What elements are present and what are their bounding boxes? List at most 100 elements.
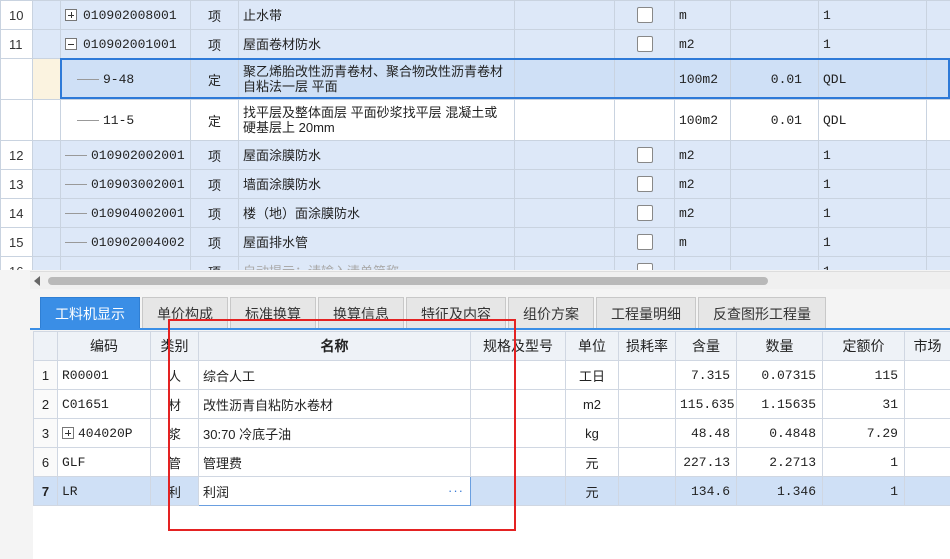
resource-row[interactable]: 7 LR 利利润 ··· 元 134.6 1.346 1 — [33, 476, 950, 506]
bill-row[interactable]: 10 010902008001 项止水带 m 1 — [0, 0, 950, 30]
checkbox-cell[interactable] — [614, 169, 675, 199]
resource-quantity[interactable]: 1.346 — [736, 476, 823, 506]
horizontal-scrollbar[interactable] — [30, 271, 950, 289]
resource-code[interactable]: LR — [57, 476, 151, 506]
resource-name[interactable]: 改性沥青自粘防水卷材 — [198, 389, 471, 419]
resource-market-price[interactable] — [904, 360, 950, 390]
resource-market-price[interactable] — [904, 447, 950, 477]
tab-6[interactable]: 工程量明细 — [596, 297, 696, 329]
resource-quantity[interactable]: 1.15635 — [736, 389, 823, 419]
bill-row[interactable]: 12 010902002001 项屋面涂膜防水 m2 1 — [0, 140, 950, 170]
resource-price[interactable]: 1 — [822, 476, 905, 506]
column-header[interactable]: 编码 — [57, 331, 151, 361]
qty-cell[interactable] — [730, 169, 819, 199]
column-header[interactable]: 名称 — [198, 331, 471, 361]
code-cell[interactable]: 9-48 — [60, 58, 191, 100]
qty-cell[interactable] — [730, 0, 819, 30]
checkbox-cell[interactable] — [614, 198, 675, 228]
resource-spec[interactable] — [470, 476, 566, 506]
qty-cell[interactable] — [730, 198, 819, 228]
checkbox-cell[interactable] — [614, 256, 675, 270]
name-cell[interactable]: 找平层及整体面层 平面砂浆找平层 混凝土或硬基层上 20mm — [238, 99, 515, 141]
column-header[interactable]: 损耗率 — [618, 331, 676, 361]
bill-row[interactable]: 14 010904002001 项楼（地）面涂膜防水 m2 1 — [0, 198, 950, 228]
resource-content[interactable]: 115.635 — [675, 389, 737, 419]
tab-3[interactable]: 换算信息 — [318, 297, 404, 329]
extra-cell[interactable] — [926, 169, 950, 199]
collapse-icon[interactable] — [65, 38, 77, 51]
qty-cell[interactable] — [730, 29, 819, 59]
column-header[interactable]: 类别 — [150, 331, 199, 361]
qty-cell[interactable]: 0.01 — [730, 58, 819, 100]
type-cell[interactable]: 项 — [190, 227, 239, 257]
resource-content[interactable]: 227.13 — [675, 447, 737, 477]
spec-cell[interactable] — [514, 0, 615, 30]
column-header[interactable]: 定额价 — [822, 331, 905, 361]
resource-category[interactable]: 管 — [150, 447, 199, 477]
extra-cell[interactable] — [926, 99, 950, 141]
resource-name[interactable]: 利润 ··· — [198, 476, 471, 506]
expr-cell[interactable]: 1 — [818, 256, 927, 270]
code-cell[interactable]: 010903002001 — [60, 169, 191, 199]
resource-price[interactable]: 7.29 — [822, 418, 905, 448]
resource-row[interactable]: 6 GLF 管管理费 元 227.13 2.2713 1 — [33, 447, 950, 477]
extra-cell[interactable] — [926, 29, 950, 59]
resource-unit[interactable]: 元 — [565, 447, 619, 477]
bill-row[interactable]: 11-5 定找平层及整体面层 平面砂浆找平层 混凝土或硬基层上 20mm 100m2… — [0, 99, 950, 141]
qty-cell[interactable]: 0.01 — [730, 99, 819, 141]
row-checkbox[interactable] — [636, 234, 653, 251]
row-checkbox[interactable] — [636, 147, 653, 164]
resource-spec[interactable] — [470, 360, 566, 390]
row-checkbox[interactable] — [636, 7, 653, 24]
checkbox-cell[interactable] — [614, 227, 675, 257]
type-cell[interactable]: 项 — [190, 29, 239, 59]
checkbox-cell[interactable] — [614, 99, 675, 141]
column-header[interactable]: 市场 — [904, 331, 950, 361]
expr-cell[interactable]: 1 — [818, 227, 927, 257]
column-header[interactable]: 数量 — [736, 331, 823, 361]
type-cell[interactable]: 定 — [190, 99, 239, 141]
name-cell[interactable]: 楼（地）面涂膜防水 — [238, 198, 515, 228]
unit-cell[interactable]: m — [674, 0, 731, 30]
code-cell[interactable]: 11-5 — [60, 99, 191, 141]
resource-row[interactable]: 3 404020P 浆 30:70 冷底子油 kg 48.48 0.4848 7.29 — [33, 418, 950, 448]
resource-loss-rate[interactable] — [618, 360, 676, 390]
spec-cell[interactable] — [514, 29, 615, 59]
resource-code[interactable]: 404020P — [57, 418, 151, 448]
qty-cell[interactable] — [730, 140, 819, 170]
extra-cell[interactable] — [926, 227, 950, 257]
name-cell[interactable]: 聚乙烯胎改性沥青卷材、聚合物改性沥青卷材 自粘法一层 平面 — [238, 58, 515, 100]
bill-row[interactable]: 16 项自动提示：请输入清单简称 1 — [0, 256, 950, 270]
spec-cell[interactable] — [514, 227, 615, 257]
resource-row[interactable]: 1 R00001 人综合人工 工日 7.315 0.07315 115 — [33, 360, 950, 390]
scroll-thumb[interactable] — [48, 277, 768, 285]
extra-cell[interactable] — [926, 256, 950, 270]
unit-cell[interactable]: m2 — [674, 169, 731, 199]
name-cell[interactable]: 屋面排水管 — [238, 227, 515, 257]
unit-cell[interactable]: 100m2 — [674, 58, 731, 100]
code-cell[interactable] — [60, 256, 191, 270]
checkbox-cell[interactable] — [614, 29, 675, 59]
bill-row[interactable]: 9-48 定聚乙烯胎改性沥青卷材、聚合物改性沥青卷材 自粘法一层 平面 100m2 0… — [0, 58, 950, 100]
type-cell[interactable]: 项 — [190, 169, 239, 199]
resource-unit[interactable]: 元 — [565, 476, 619, 506]
resource-loss-rate[interactable] — [618, 389, 676, 419]
checkbox-cell[interactable] — [614, 0, 675, 30]
resource-code[interactable]: C01651 — [57, 389, 151, 419]
name-cell[interactable]: 自动提示：请输入清单简称 — [238, 256, 515, 270]
row-checkbox[interactable] — [636, 263, 653, 270]
expr-cell[interactable]: 1 — [818, 198, 927, 228]
bill-row[interactable]: 13 010903002001 项墙面涂膜防水 m2 1 — [0, 169, 950, 199]
resource-market-price[interactable] — [904, 389, 950, 419]
spec-cell[interactable] — [514, 58, 615, 100]
expr-cell[interactable]: 1 — [818, 0, 927, 30]
resource-code[interactable]: GLF — [57, 447, 151, 477]
resource-quantity[interactable]: 0.07315 — [736, 360, 823, 390]
extra-cell[interactable] — [926, 58, 950, 100]
unit-cell[interactable] — [674, 256, 731, 270]
extra-cell[interactable] — [926, 198, 950, 228]
type-cell[interactable]: 项 — [190, 256, 239, 270]
resource-content[interactable]: 7.315 — [675, 360, 737, 390]
unit-cell[interactable]: m2 — [674, 29, 731, 59]
resource-content[interactable]: 134.6 — [675, 476, 737, 506]
